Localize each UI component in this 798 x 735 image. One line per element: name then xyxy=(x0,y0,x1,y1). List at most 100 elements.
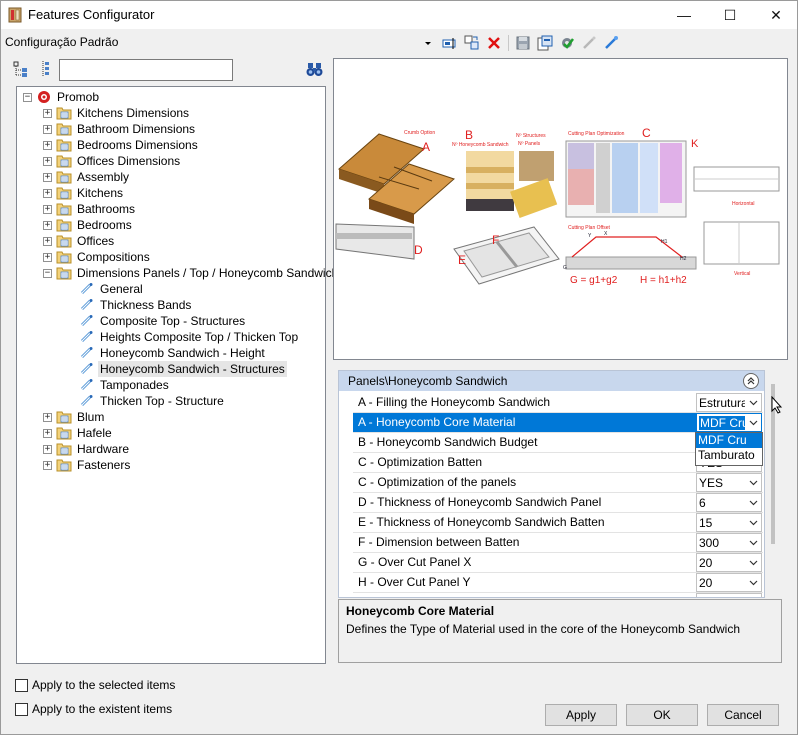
feature-tree[interactable]: − Promob + Kitchens Dimensions + Bathroom Dim… xyxy=(16,86,338,664)
expander-toggle[interactable]: + xyxy=(43,140,52,150)
tree-feature-item[interactable]: Composite Top - Structures xyxy=(79,313,247,329)
property-value[interactable]: 15 xyxy=(699,516,712,530)
expander-toggle[interactable]: + xyxy=(43,428,52,438)
tree-search-input[interactable] xyxy=(59,59,233,81)
expander-toggle[interactable]: + xyxy=(43,236,52,246)
tree-folder[interactable]: + Offices Dimensions xyxy=(43,153,182,169)
tree-feature-item[interactable]: Honeycomb Sandwich - Height xyxy=(79,345,267,361)
tree-folder[interactable]: + Kitchens xyxy=(43,185,125,201)
expander-toggle[interactable]: + xyxy=(43,444,52,454)
expander-toggle[interactable]: + xyxy=(43,204,52,214)
chevron-down-icon[interactable] xyxy=(745,474,761,491)
chevron-down-icon[interactable] xyxy=(745,514,761,531)
expand-all-icon[interactable] xyxy=(13,60,29,78)
dropdown-option[interactable]: Tamburato xyxy=(696,448,762,463)
close-button[interactable]: ✕ xyxy=(753,1,798,29)
chevron-down-icon[interactable] xyxy=(745,534,761,551)
expander-toggle[interactable]: + xyxy=(43,252,52,262)
tree-feature-item[interactable]: Tamponades xyxy=(79,377,171,393)
dropdown-arrow-icon[interactable] xyxy=(417,33,439,53)
property-value[interactable]: 20 xyxy=(699,556,712,570)
chevron-down-icon[interactable] xyxy=(745,414,761,431)
apply-selected-checkbox[interactable]: Apply to the selected items xyxy=(15,678,175,692)
tree-feature-item[interactable]: Heights Composite Top / Thicken Top xyxy=(79,329,300,345)
collapse-all-icon[interactable] xyxy=(39,60,55,78)
tree-folder[interactable]: + Bathrooms xyxy=(43,201,137,217)
tree-feature-item[interactable]: General xyxy=(79,281,145,297)
dropdown-option[interactable]: MDF Cru xyxy=(696,433,762,448)
tree-folder[interactable]: + Bedrooms xyxy=(43,217,134,233)
save-icon[interactable] xyxy=(512,33,534,53)
maximize-button[interactable]: ☐ xyxy=(707,1,753,29)
expander-toggle[interactable]: + xyxy=(43,220,52,230)
tree-folder[interactable]: + Kitchens Dimensions xyxy=(43,105,191,121)
property-value[interactable]: 300 xyxy=(699,536,719,550)
expander-toggle[interactable]: + xyxy=(43,124,52,134)
expander-toggle[interactable]: + xyxy=(43,188,52,198)
tree-folder[interactable]: + Offices xyxy=(43,233,116,249)
property-value-cell[interactable]: 2750 xyxy=(696,593,762,597)
tree-folder[interactable]: + Compositions xyxy=(43,249,152,265)
chevron-down-icon[interactable] xyxy=(745,574,761,591)
property-value-cell[interactable]: YES xyxy=(696,473,762,492)
expander-toggle[interactable]: − xyxy=(23,92,32,102)
property-value[interactable]: YES xyxy=(699,476,723,490)
property-value[interactable]: 2750 xyxy=(699,596,726,597)
minimize-button[interactable]: — xyxy=(661,1,707,29)
tree-folder[interactable]: + Fasteners xyxy=(43,457,132,473)
property-row[interactable]: C - Optimization of the panels YES xyxy=(353,473,763,493)
collapse-section-icon[interactable] xyxy=(743,373,759,389)
cancel-button[interactable]: Cancel xyxy=(707,704,779,726)
property-value-editor[interactable]: MDF Cru xyxy=(696,413,762,432)
tree-folder[interactable]: + Hardware xyxy=(43,441,131,457)
expander-toggle[interactable]: + xyxy=(43,156,52,166)
property-row[interactable]: A - Filling the Honeycomb Sandwich Estrut… xyxy=(353,393,763,413)
expander-toggle[interactable]: + xyxy=(43,412,52,422)
tree-feature-item[interactable]: Honeycomb Sandwich - Structures xyxy=(79,361,287,377)
chevron-down-icon[interactable] xyxy=(745,554,761,571)
tree-root-promob[interactable]: − Promob xyxy=(23,89,101,105)
core-material-dropdown-list[interactable]: MDF Cru Tamburato xyxy=(695,432,763,466)
checkbox-box[interactable] xyxy=(15,702,28,716)
tree-folder[interactable]: + Hafele xyxy=(43,425,114,441)
binoculars-search-icon[interactable] xyxy=(306,61,324,77)
property-value-cell[interactable]: 6 xyxy=(696,493,762,512)
expander-toggle[interactable]: − xyxy=(43,268,52,278)
property-value-cell[interactable]: Estruturado xyxy=(696,393,762,412)
expander-toggle[interactable]: + xyxy=(43,172,52,182)
property-value[interactable]: 6 xyxy=(699,496,706,510)
apply-existent-checkbox[interactable]: Apply to the existent items xyxy=(15,702,172,716)
delete-icon[interactable] xyxy=(483,33,505,53)
expander-toggle[interactable]: + xyxy=(43,108,52,118)
expander-toggle[interactable]: + xyxy=(43,460,52,470)
property-row[interactable]: E - Thickness of Honeycomb Sandwich Batt… xyxy=(353,513,763,533)
apply-button[interactable]: Apply xyxy=(545,704,617,726)
tree-folder[interactable]: + Bedrooms Dimensions xyxy=(43,137,200,153)
export-icon[interactable] xyxy=(534,33,556,53)
wand-icon[interactable] xyxy=(600,33,622,53)
property-value-cell[interactable]: 300 xyxy=(696,533,762,552)
ok-button[interactable]: OK xyxy=(626,704,698,726)
property-value-cell[interactable]: 15 xyxy=(696,513,762,532)
chevron-down-icon[interactable] xyxy=(745,494,761,511)
property-row[interactable]: D - Thickness of Honeycomb Sandwich Pane… xyxy=(353,493,763,513)
settings-check-icon[interactable] xyxy=(556,33,578,53)
property-row[interactable]: H - Over Cut Panel Y 20 xyxy=(353,573,763,593)
property-value-cell[interactable]: 20 xyxy=(696,573,762,592)
tree-feature-item[interactable]: Thickness Bands xyxy=(79,297,193,313)
checkbox-box[interactable] xyxy=(15,678,28,692)
chevron-down-icon[interactable] xyxy=(745,394,761,411)
tree-folder[interactable]: + Blum xyxy=(43,409,106,425)
tree-folder[interactable]: + Bathroom Dimensions xyxy=(43,121,197,137)
rename-icon[interactable] xyxy=(439,33,461,53)
property-value-cell[interactable]: 20 xyxy=(696,553,762,572)
property-row[interactable]: F - Dimension between Batten 300 xyxy=(353,533,763,553)
copy-config-icon[interactable] xyxy=(461,33,483,53)
tree-folder[interactable]: − Dimensions Panels / Top / Honeycomb San… xyxy=(43,265,340,281)
property-value[interactable]: 20 xyxy=(699,576,712,590)
property-value[interactable]: MDF Cru xyxy=(699,416,750,430)
property-row[interactable]: I - Depth Panel2750 xyxy=(353,593,763,597)
property-row[interactable]: G - Over Cut Panel X 20 xyxy=(353,553,763,573)
tree-feature-item[interactable]: Thicken Top - Structure xyxy=(79,393,226,409)
property-section-header[interactable]: Panels\Honeycomb Sandwich xyxy=(339,371,764,391)
